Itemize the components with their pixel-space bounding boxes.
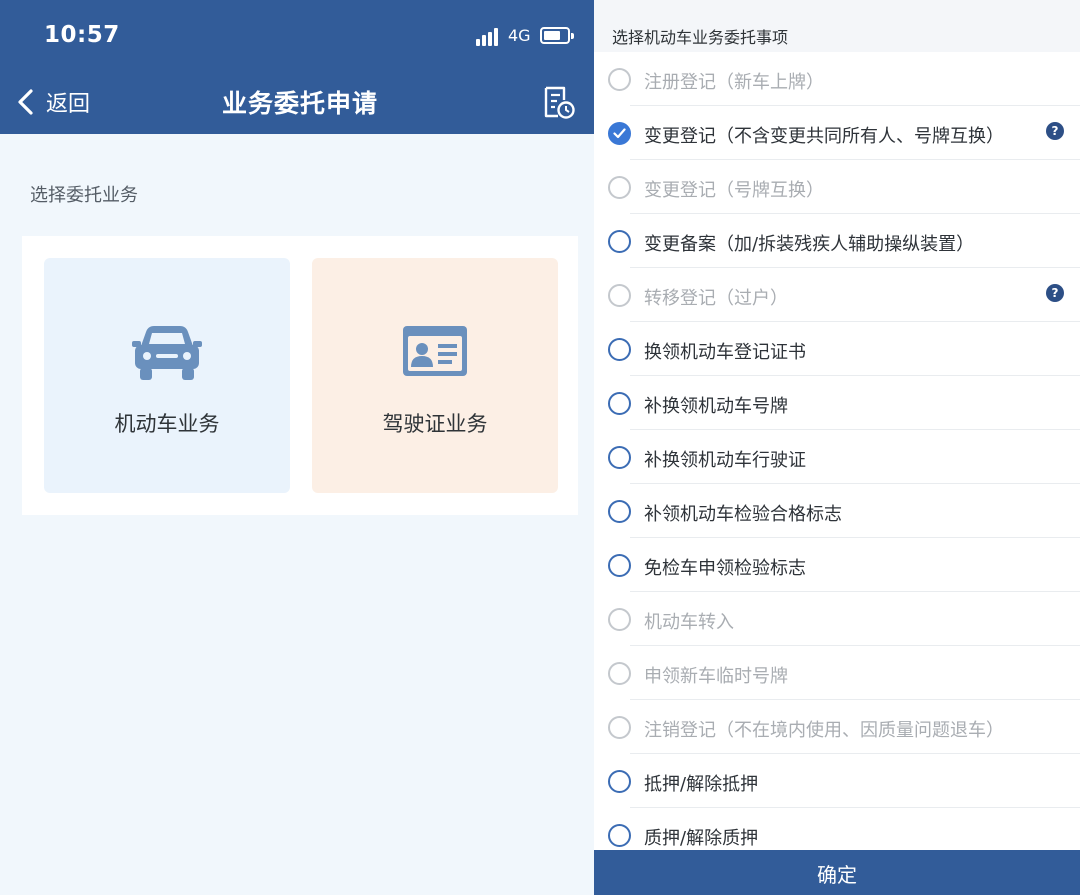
option-row[interactable]: 补领机动车检验合格标志 <box>594 484 1080 538</box>
option-row: 申领新车临时号牌 <box>594 646 1080 700</box>
right-screen: 选择机动车业务委托事项 注册登记（新车上牌） 变更登记（不含变更共同所有人、号牌互… <box>594 0 1080 895</box>
option-label: 注销登记（不在境内使用、因质量问题退车） <box>644 720 1004 741</box>
option-row: 机动车转入 <box>594 592 1080 646</box>
option-row: 注销登记（不在境内使用、因质量问题退车） <box>594 700 1080 754</box>
radio-icon <box>608 176 631 199</box>
option-label: 转移登记（过户） <box>644 288 788 309</box>
option-label: 抵押/解除抵押 <box>644 774 759 795</box>
radio-icon[interactable] <box>608 824 631 847</box>
section-label: 选择委托业务 <box>30 185 138 206</box>
option-label: 申领新车临时号牌 <box>644 666 788 687</box>
car-icon <box>132 326 202 380</box>
radio-checked-icon[interactable] <box>608 122 631 145</box>
help-icon[interactable]: ? <box>1046 284 1064 302</box>
option-row[interactable]: 抵押/解除抵押 <box>594 754 1080 808</box>
radio-icon[interactable] <box>608 446 631 469</box>
sheet-header: 选择机动车业务委托事项 <box>594 0 1080 52</box>
radio-icon[interactable] <box>608 500 631 523</box>
radio-icon <box>608 68 631 91</box>
radio-icon[interactable] <box>608 392 631 415</box>
radio-icon[interactable] <box>608 554 631 577</box>
id-card-icon <box>403 326 467 376</box>
radio-icon <box>608 284 631 307</box>
option-row[interactable]: 换领机动车登记证书 <box>594 322 1080 376</box>
option-row[interactable]: 补换领机动车行驶证 <box>594 430 1080 484</box>
page-title: 业务委托申请 <box>221 89 378 118</box>
help-icon[interactable]: ? <box>1046 122 1064 140</box>
radio-icon <box>608 662 631 685</box>
option-label: 补换领机动车号牌 <box>644 396 788 417</box>
network-type: 4G <box>508 26 531 45</box>
option-row[interactable]: 免检车申领检验标志 <box>594 538 1080 592</box>
option-label: 变更登记（号牌互换） <box>644 180 824 201</box>
document-history-button[interactable] <box>540 84 576 120</box>
option-label: 免检车申领检验标志 <box>644 558 806 579</box>
business-cards-panel: 机动车业务 驾驶证业务 <box>22 236 578 515</box>
radio-icon <box>608 608 631 631</box>
radio-icon <box>608 716 631 739</box>
option-label: 变更备案（加/拆装残疾人辅助操纵装置） <box>644 234 975 255</box>
status-time: 10:57 <box>44 22 120 48</box>
sheet-title: 选择机动车业务委托事项 <box>612 28 789 47</box>
option-row: 注册登记（新车上牌） <box>594 52 1080 106</box>
vehicle-business-label: 机动车业务 <box>114 412 220 436</box>
option-row: 变更登记（号牌互换） <box>594 160 1080 214</box>
radio-icon[interactable] <box>608 338 631 361</box>
license-business-card[interactable]: 驾驶证业务 <box>312 258 558 493</box>
option-row[interactable]: 变更登记（不含变更共同所有人、号牌互换）? <box>594 106 1080 160</box>
vehicle-business-card[interactable]: 机动车业务 <box>44 258 290 493</box>
option-label: 补换领机动车行驶证 <box>644 450 806 471</box>
option-label: 注册登记（新车上牌） <box>644 72 824 93</box>
title-bar: 10:57 4G 返回 业务委托申请 <box>0 0 594 134</box>
option-label: 质押/解除质押 <box>644 828 759 849</box>
radio-icon[interactable] <box>608 230 631 253</box>
option-row[interactable]: 补换领机动车号牌 <box>594 376 1080 430</box>
option-label: 补领机动车检验合格标志 <box>644 504 842 525</box>
option-label: 变更登记（不含变更共同所有人、号牌互换） <box>644 126 1004 147</box>
document-clock-icon <box>544 86 575 119</box>
confirm-button[interactable]: 确定 <box>594 850 1080 895</box>
license-business-label: 驾驶证业务 <box>382 412 488 436</box>
signal-icon <box>476 28 502 46</box>
option-row[interactable]: 变更备案（加/拆装残疾人辅助操纵装置） <box>594 214 1080 268</box>
option-label: 机动车转入 <box>644 612 734 633</box>
left-screen: 10:57 4G 返回 业务委托申请 选择委托业务 机动车业务 驾驶证业务 <box>0 0 594 895</box>
battery-icon <box>540 27 574 44</box>
radio-icon[interactable] <box>608 770 631 793</box>
option-row: 转移登记（过户）? <box>594 268 1080 322</box>
option-label: 换领机动车登记证书 <box>644 342 806 363</box>
